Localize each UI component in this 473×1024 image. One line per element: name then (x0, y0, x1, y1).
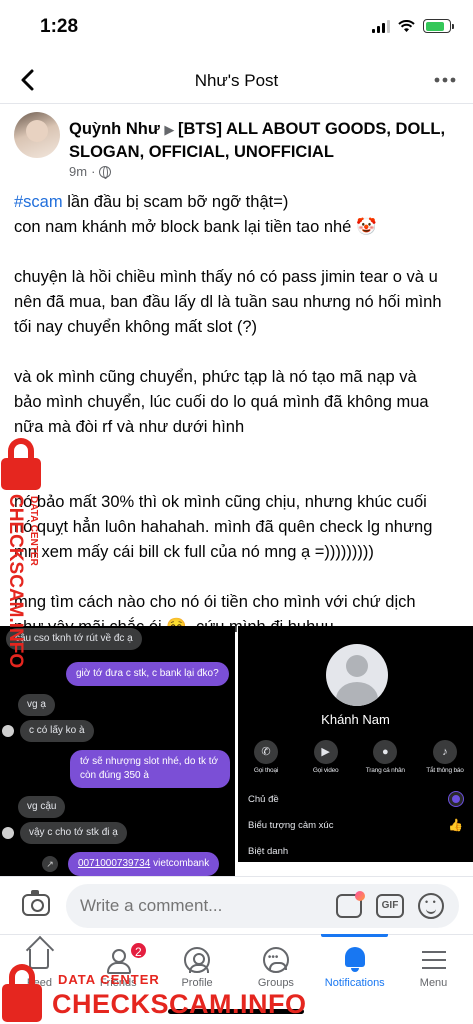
action-label: Gọi video (312, 767, 339, 774)
gif-button[interactable]: GIF (376, 894, 404, 918)
home-indicator (168, 1009, 304, 1014)
hashtag-link[interactable]: #scam (14, 193, 63, 211)
status-icons (372, 19, 454, 33)
chat-bubble-incoming: cậu cso tknh tớ rút về đc ạ (6, 628, 142, 650)
thumbs-up-icon: 👍 (448, 818, 463, 832)
chat-bubble-incoming: vg ạ (18, 694, 55, 716)
status-time: 1:28 (40, 16, 79, 37)
post-text: lần đầu bị scam bỡ ngỡ thật=) (62, 193, 289, 211)
contact-name: Khánh Nam (321, 712, 390, 727)
bell-icon: ♪ (432, 740, 457, 764)
person-icon: ● (373, 740, 398, 764)
setting-nickname: Biệt danh (248, 842, 463, 860)
page-title: Như's Post (194, 71, 279, 90)
chat-bubble-incoming: vậy c cho tớ stk đi ạ (20, 822, 127, 844)
tab-profile[interactable]: Profile (158, 935, 237, 996)
sender-avatar (2, 725, 14, 737)
chat-screenshot-photo[interactable]: cậu cso tknh tớ rút về đc ạ giờ tớ đưa c… (0, 626, 235, 876)
action-profile: ● Trang cá nhân (363, 740, 407, 774)
avatar-sticker-icon[interactable] (336, 891, 365, 918)
action-label: Trang cá nhân (365, 767, 405, 774)
chat-message: vậy c cho tớ stk đi ạ (2, 822, 127, 844)
wifi-icon (398, 19, 415, 32)
groups-icon (262, 947, 290, 973)
post-meta: 9m · (69, 164, 112, 179)
post-author-line: Quỳnh Như ▶ [BTS] ALL ABOUT GOODS, DOLL,… (69, 118, 459, 164)
author-avatar[interactable] (14, 112, 60, 158)
tab-menu[interactable]: Menu (394, 935, 473, 996)
profile-screenshot-photo[interactable]: Khánh Nam ✆ Gọi thoại ▶ Gọi video ● Tran… (238, 626, 473, 862)
chat-message: vg cậu (18, 796, 66, 818)
post-paragraph: chuyện là hồi chiều mình thấy nó có pass… (14, 268, 442, 336)
action-call: ✆ Gọi thoại (244, 740, 288, 774)
chat-bubble-outgoing: giờ tớ đưa c stk, c bank lại đko? (66, 662, 229, 686)
post-time[interactable]: 9m (69, 164, 87, 179)
tab-friends[interactable]: 2 Friends (79, 935, 158, 996)
chat-message: tớ sẽ nhượng slot nhé, do tk tớ còn đúng… (70, 750, 230, 788)
video-icon: ▶ (313, 740, 338, 764)
post-body: #scam lần đầu bị scam bỡ ngỡ thật=) con … (14, 190, 444, 640)
setting-label: Biểu tượng cảm xúc (248, 819, 334, 831)
post-paragraph: con nam khánh mở block bank lại tiền tao… (14, 218, 377, 236)
chat-bubble-incoming: c có lấy ko à (20, 720, 94, 742)
post-paragraph: #scam lần đầu bị scam bỡ ngỡ thật=) (14, 190, 444, 215)
chat-bubble-incoming: vg cậu (18, 796, 66, 818)
share-icon: ↗ (42, 856, 58, 872)
action-label: Tắt thông báo (426, 767, 464, 774)
tab-label: Profile (181, 977, 213, 989)
tab-feed[interactable]: Feed (0, 935, 79, 996)
home-icon (25, 947, 53, 973)
dot-separator: · (91, 164, 96, 179)
tab-label: Groups (257, 977, 294, 989)
chat-bubble-outgoing: 0071000739734 vietcombank (68, 852, 220, 876)
comment-bar: GIF (0, 876, 473, 934)
chat-message: vg ạ (18, 694, 55, 716)
contact-avatar (326, 644, 388, 706)
chat-message: giờ tớ đưa c stk, c bank lại đko? (66, 662, 229, 686)
battery-charging-icon (423, 19, 454, 33)
action-mute: ♪ Tắt thông báo (423, 740, 467, 774)
tab-notifications[interactable]: Notifications (315, 934, 394, 996)
cellular-signal-icon (372, 19, 390, 33)
tab-groups[interactable]: Groups (236, 935, 315, 996)
post-photos: cậu cso tknh tớ rút về đc ạ giờ tớ đưa c… (0, 626, 473, 876)
author-name[interactable]: Quỳnh Như (69, 120, 160, 138)
chat-bubble-outgoing: tớ sẽ nhượng slot nhé, do tk tớ còn đúng… (70, 750, 230, 788)
account-number: 0071000739734 (78, 858, 151, 869)
setting-label: Chủ đề (248, 793, 279, 805)
nav-bar: Như's Post (0, 56, 473, 104)
status-bar: 1:28 (0, 0, 473, 56)
tab-label: Friends (99, 977, 137, 989)
profile-icon (183, 947, 211, 973)
bell-icon (341, 947, 369, 973)
chat-message: ↗ 0071000739734 vietcombank (42, 852, 220, 876)
setting-theme: Chủ đề (248, 790, 463, 808)
tab-bar: Feed 2 Friends Profile Groups Notificati… (0, 934, 473, 996)
camera-icon[interactable] (22, 890, 50, 916)
tab-label: Notifications (324, 977, 385, 989)
chat-message: cậu cso tknh tớ rút về đc ạ (6, 628, 142, 650)
phone-icon: ✆ (254, 740, 278, 764)
emoji-icon[interactable] (418, 893, 444, 919)
notification-badge: 2 (128, 941, 148, 960)
globe-icon (99, 165, 112, 179)
post-header: Quỳnh Như ▶ [BTS] ALL ABOUT GOODS, DOLL,… (14, 112, 459, 184)
bank-name: vietcombank (150, 858, 210, 869)
action-label: Gọi thoại (253, 767, 279, 774)
setting-label: Biệt danh (248, 845, 289, 857)
post-paragraph: nó bảo mất 30% thì ok mình cũng chịu, nh… (14, 493, 433, 561)
sender-avatar (2, 827, 14, 839)
action-video: ▶ Gọi video (304, 740, 348, 774)
setting-emoji: Biểu tượng cảm xúc 👍 (248, 816, 463, 834)
contact-actions: ✆ Gọi thoại ▶ Gọi video ● Trang cá nhân … (244, 740, 467, 774)
theme-dot-icon (449, 792, 463, 806)
more-options-button[interactable] (433, 72, 457, 88)
menu-icon (420, 947, 448, 973)
tab-label: Menu (419, 977, 448, 989)
post-paragraph: và ok mình cũng chuyển, phức tạp là nó t… (14, 368, 429, 436)
chat-message: c có lấy ko à (2, 720, 94, 742)
tab-label: Feed (26, 977, 52, 989)
arrow-right-icon: ▶ (164, 122, 178, 137)
